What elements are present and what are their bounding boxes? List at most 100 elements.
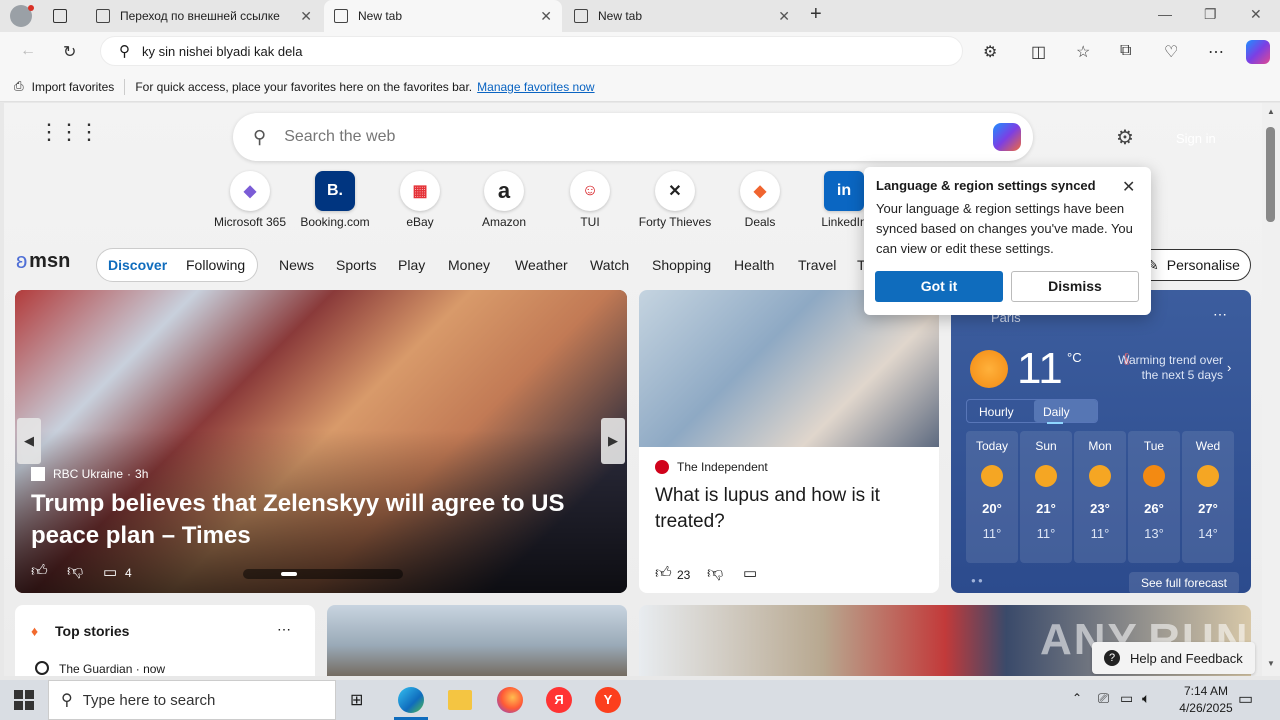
quicklink-ebay[interactable]: ▦ eBay [380,171,460,229]
web-search-box[interactable]: ⚲ Search the web [233,113,1033,161]
page-dots[interactable]: ● ● [971,576,983,585]
close-tab-icon[interactable]: ✕ [540,8,552,25]
carousel-prev-button[interactable]: ◀ [17,418,41,464]
restore-icon[interactable]: ❐ [1204,6,1217,23]
task-view-icon[interactable]: ⊞ [350,690,363,710]
see-full-forecast-button[interactable]: See full forecast [1129,572,1239,593]
hero-news-card[interactable]: ◀ ▶ RBC Ukraine · 3h Trump believes that… [15,290,627,593]
tab-new-active[interactable]: New tab ✕ [324,0,562,32]
new-tab-button[interactable]: + [810,3,822,26]
nav-money[interactable]: Money [448,257,490,273]
apps-launcher-icon[interactable]: ⋮⋮⋮ [38,121,100,143]
following-tab[interactable]: Following [186,257,245,273]
address-input[interactable]: ⚲ ky sin nishei blyadi kak dela [100,36,963,66]
like-icon[interactable]: 👍︎ [655,564,672,583]
day-column[interactable]: Tue 26° 13° [1128,431,1180,563]
refresh-icon[interactable]: ↻ [63,42,76,62]
quicklink-deals[interactable]: ◆ Deals [720,171,800,229]
scroll-down-icon[interactable]: ▼ [1267,659,1275,668]
wifi-icon[interactable]: ▭ [1120,690,1133,707]
network-icon[interactable]: ⎚ [1098,690,1109,707]
carousel-dots[interactable] [243,569,403,579]
news-card-lupus[interactable]: The Independent What is lupus and how is… [639,290,939,593]
edge-icon[interactable] [398,687,424,713]
split-screen-icon[interactable]: ◫ [1031,42,1046,62]
performance-icon[interactable]: ♡ [1164,42,1178,62]
extensions-icon[interactable]: ⚙ [983,42,997,62]
file-explorer-icon[interactable] [448,690,472,710]
windows-start-icon[interactable] [14,690,34,710]
quicklink-forty-thieves[interactable]: ✕ Forty Thieves [635,171,715,229]
import-icon[interactable]: ⎙ [14,79,24,94]
nav-shopping[interactable]: Shopping [652,257,711,273]
dismiss-button[interactable]: Dismiss [1011,271,1139,302]
taskbar-search-box[interactable]: ⚲ Type here to search [48,680,336,720]
carousel-next-button[interactable]: ▶ [601,418,625,464]
scroll-thumb[interactable] [1266,127,1275,222]
discover-tab[interactable]: Discover [108,257,167,273]
window-close-icon[interactable]: ✕ [1250,6,1262,23]
tab-external-link[interactable]: Переход по внешней ссылке ✕ [86,0,322,32]
more-options-icon[interactable]: ⋯ [277,621,291,638]
more-menu-icon[interactable]: ⋯ [1208,42,1224,62]
nav-health[interactable]: Health [734,257,774,273]
quicklink-tui[interactable]: ☺ TUI [550,171,630,229]
tray-chevron-icon[interactable]: ⌃ [1072,691,1082,705]
scrollbar[interactable]: ▲ ▼ [1262,103,1280,676]
trend-chevron-icon[interactable]: › [1227,360,1231,375]
weather-card[interactable]: Paris ⋯ 11 °C 🌡︎ Warming trend over the … [951,290,1251,593]
collections-icon[interactable]: ⧉ [1120,42,1131,60]
dislike-icon[interactable]: 👎︎ [707,564,723,583]
sign-in-button[interactable]: Sign in [1176,131,1216,146]
clock-date[interactable]: 4/26/2025 [1168,701,1244,715]
quicklink-microsoft365[interactable]: ◆ Microsoft 365 [210,171,290,229]
import-favorites-button[interactable]: Import favorites [32,80,115,94]
comment-icon[interactable]: ▭ [103,563,117,581]
nav-weather[interactable]: Weather [515,257,568,273]
got-it-button[interactable]: Got it [875,271,1003,302]
scroll-up-icon[interactable]: ▲ [1267,107,1275,116]
news-card-castle[interactable] [327,605,627,676]
close-icon[interactable]: ✕ [1122,177,1135,197]
quicklink-booking[interactable]: B. Booking.com [295,171,375,229]
clock-time[interactable]: 7:14 AM [1172,684,1240,698]
firefox-icon[interactable] [497,687,523,713]
quicklink-amazon[interactable]: a Amazon [464,171,544,229]
settings-gear-icon[interactable]: ⚙ [1116,125,1134,150]
day-column[interactable]: Mon 23° 11° [1074,431,1126,563]
card-headline[interactable]: What is lupus and how is it treated? [655,483,925,535]
like-icon[interactable]: 👍︎ [31,562,48,581]
nav-news[interactable]: News [279,257,314,273]
manage-favorites-link[interactable]: Manage favorites now [477,80,594,94]
yandex-browser-icon[interactable]: Я [546,687,572,713]
warming-trend[interactable]: Warming trend over the next 5 days [1111,353,1223,383]
copilot-icon[interactable] [993,123,1021,151]
notifications-icon[interactable]: ▭ [1238,689,1253,709]
day-column[interactable]: Sun 21° 11° [1020,431,1072,563]
minimize-icon[interactable]: — [1158,6,1172,22]
day-column[interactable]: Today 20° 11° [966,431,1018,563]
favorites-icon[interactable]: ☆ [1076,42,1090,62]
dislike-icon[interactable]: 👎︎ [67,562,83,581]
yandex-icon[interactable]: Y [595,687,621,713]
close-tab-icon[interactable]: ✕ [778,8,790,25]
nav-travel[interactable]: Travel [798,257,836,273]
tab-actions-icon[interactable] [53,9,67,23]
hourly-tab[interactable]: Hourly [979,405,1014,419]
more-options-icon[interactable]: ⋯ [1213,306,1227,323]
day-column[interactable]: Wed 27° 14° [1182,431,1234,563]
nav-sports[interactable]: Sports [336,257,376,273]
copilot-icon[interactable] [1246,40,1270,64]
back-icon[interactable]: ← [20,42,36,60]
personalise-button[interactable]: ✎ Personalise [1134,249,1251,281]
msn-logo[interactable]: ʚ msn [16,248,70,274]
help-feedback-button[interactable]: ? Help and Feedback [1092,642,1255,674]
nav-play[interactable]: Play [398,257,425,273]
daily-tab[interactable]: Daily [1043,405,1070,419]
nav-watch[interactable]: Watch [590,257,629,273]
comment-icon[interactable]: ▭ [743,564,757,582]
hero-headline[interactable]: Trump believes that Zelenskyy will agree… [31,488,621,552]
volume-icon[interactable]: 🔈︎ [1142,690,1150,707]
tab-new[interactable]: New tab ✕ [564,0,800,32]
close-tab-icon[interactable]: ✕ [300,8,312,25]
